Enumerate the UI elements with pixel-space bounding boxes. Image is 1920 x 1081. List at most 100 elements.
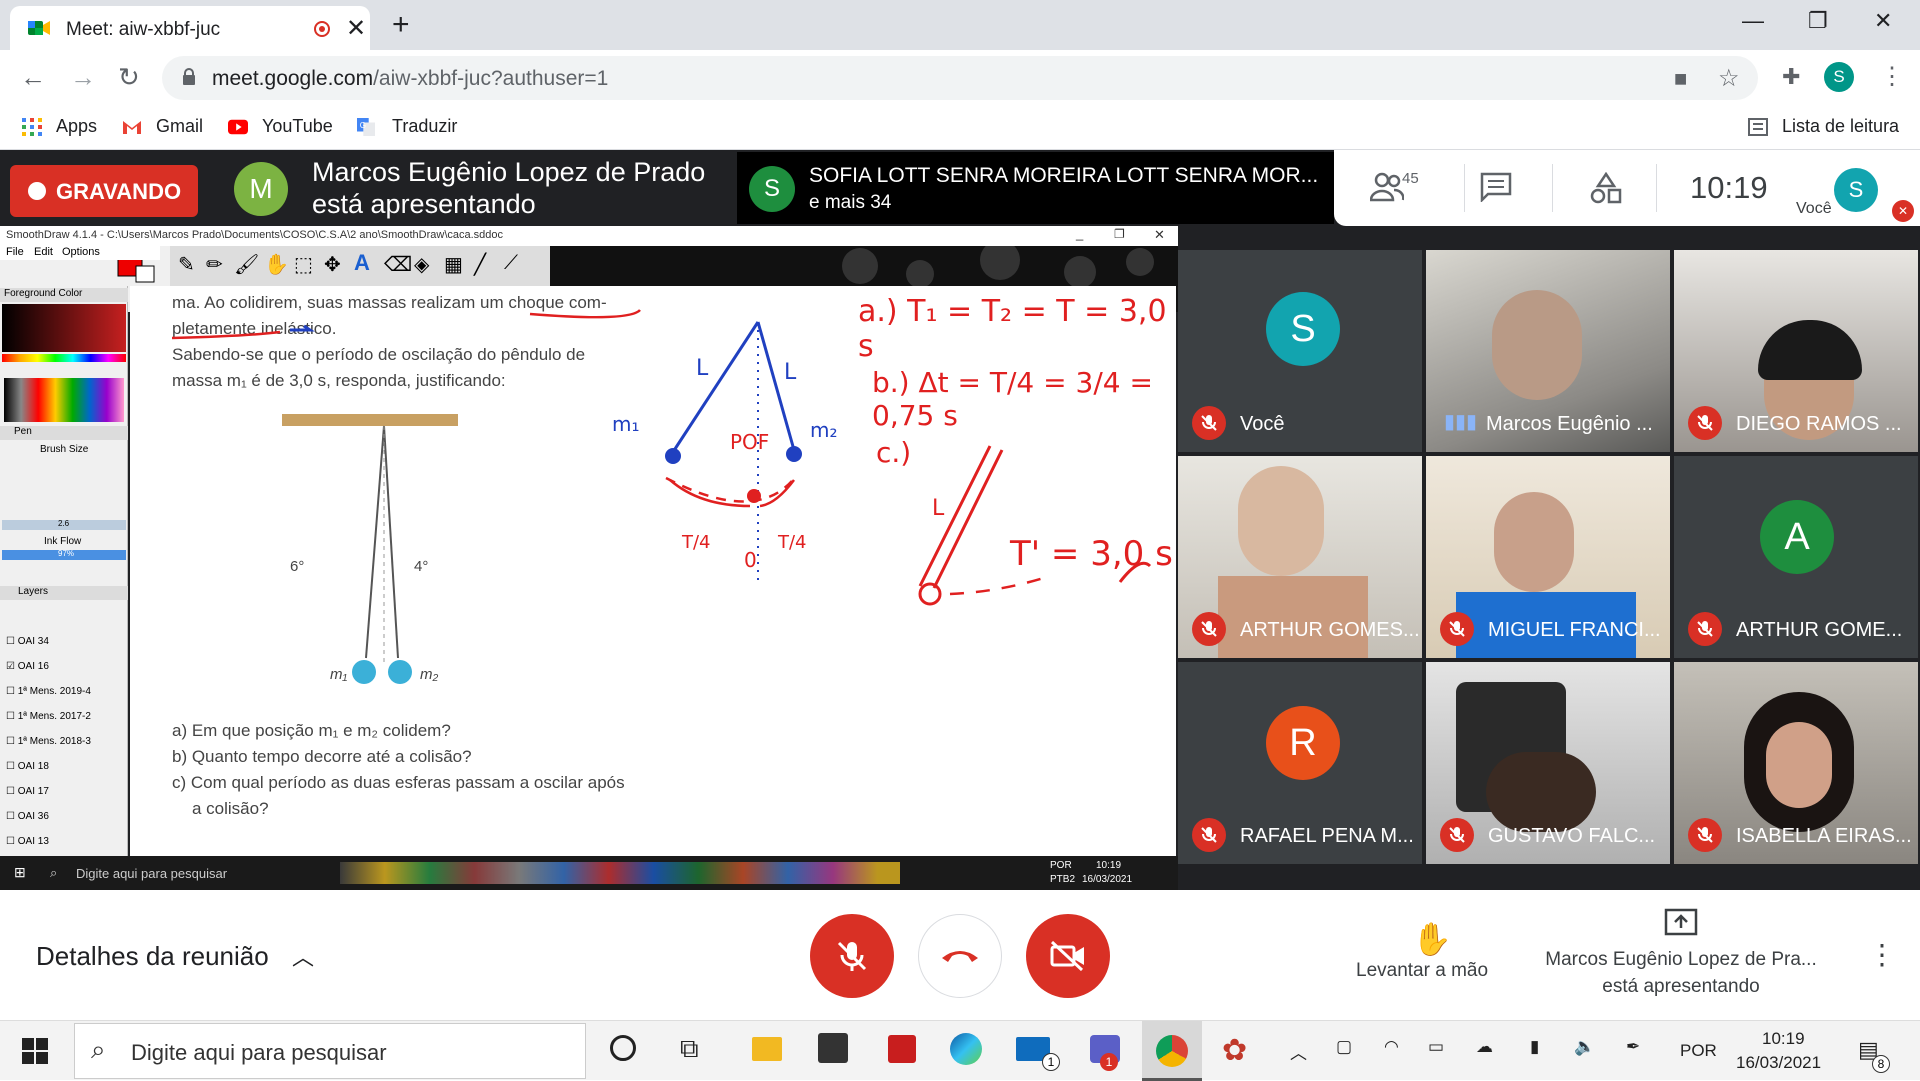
brush-size-slider[interactable]: 2.6 xyxy=(2,519,126,530)
reading-list-button[interactable]: Lista de leitura xyxy=(1782,116,1899,137)
cortana-icon[interactable] xyxy=(610,1035,636,1061)
hand-tool-icon[interactable]: ✋ xyxy=(264,252,289,277)
camera-icon[interactable]: ■ xyxy=(1674,66,1687,92)
device-icon[interactable]: ▢ xyxy=(1336,1037,1352,1057)
select-tool-icon[interactable]: ⬚ xyxy=(294,252,313,277)
bookmark-gmail[interactable]: Gmail xyxy=(156,116,203,137)
restore-window-button[interactable]: ❐ xyxy=(1808,8,1828,34)
participant-tile[interactable]: R RAFAEL PENA M... xyxy=(1178,662,1422,864)
menu-options[interactable]: Options xyxy=(62,246,100,258)
eraser-tool-icon[interactable]: ⌫ xyxy=(384,252,412,277)
raise-hand-button[interactable]: ✋ Levantar a mão xyxy=(1340,890,1520,1020)
mic-toggle-button[interactable] xyxy=(810,914,894,998)
presentation-area: SmoothDraw 4.1.4 - C:\Users\Marcos Prado… xyxy=(0,226,1178,900)
leave-call-button[interactable] xyxy=(918,914,1002,998)
minimize-window-button[interactable]: — xyxy=(1742,8,1764,34)
smoothdraw-icon[interactable]: ✿ xyxy=(1222,1033,1247,1068)
layer-item[interactable]: ☐ OAI 36 xyxy=(6,811,122,836)
pencil-tool-icon[interactable]: ✏ xyxy=(206,252,223,277)
layer-item[interactable]: ☐ 1ª Mens. 2018-3 xyxy=(6,736,122,761)
volume-icon[interactable]: 🔈 xyxy=(1574,1037,1595,1057)
file-explorer-icon[interactable] xyxy=(752,1037,782,1061)
menu-edit[interactable]: Edit xyxy=(34,246,53,258)
meeting-details-button[interactable]: Detalhes da reunião ︿ xyxy=(36,940,314,972)
bookmark-star-icon[interactable]: ☆ xyxy=(1718,64,1740,93)
microphone-icon[interactable]: ▮ xyxy=(1530,1037,1539,1057)
hue-slider[interactable] xyxy=(2,354,126,362)
onedrive-icon[interactable]: ☁ xyxy=(1476,1037,1493,1057)
address-bar[interactable]: meet.google.com/aiw-xbbf-juc?authuser=1 … xyxy=(162,56,1758,100)
fill-tool-icon[interactable]: ◈ xyxy=(414,252,429,277)
windows-start-icon[interactable] xyxy=(22,1038,48,1064)
forward-button[interactable]: → xyxy=(70,62,96,93)
reload-button[interactable]: ↻ xyxy=(118,62,140,93)
store-icon[interactable] xyxy=(818,1033,848,1063)
bookmark-translate[interactable]: Traduzir xyxy=(392,116,457,137)
participant-headset xyxy=(1758,320,1862,380)
close-window-button[interactable]: ✕ xyxy=(1874,8,1892,34)
curve-tool-icon[interactable]: ⟋ xyxy=(504,252,518,275)
brush-tool-icon[interactable]: 🖌 xyxy=(234,252,259,277)
pen-tool-icon[interactable]: ✎ xyxy=(178,252,195,277)
activities-icon[interactable] xyxy=(1590,172,1622,204)
pattern-tool-icon[interactable]: ▦ xyxy=(444,252,463,277)
layer-item[interactable]: ☐ OAI 34 xyxy=(6,636,122,661)
taskbar-search-box[interactable]: ⌕ Digite aqui para pesquisar xyxy=(74,1023,586,1079)
drawing-canvas[interactable]: ma. Ao colidirem, suas massas realizam u… xyxy=(130,286,1176,900)
taskbar-chrome-active[interactable] xyxy=(1142,1021,1202,1081)
presentation-status-button[interactable]: Marcos Eugênio Lopez de Pra... está apre… xyxy=(1536,890,1826,1020)
close-tab-icon[interactable]: ✕ xyxy=(346,14,366,43)
people-icon[interactable] xyxy=(1370,170,1404,202)
move-tool-icon[interactable]: ✥ xyxy=(324,252,341,277)
menu-file[interactable]: File xyxy=(6,246,24,258)
layer-item[interactable]: ☐ OAI 17 xyxy=(6,786,122,811)
taskbar-date[interactable]: 16/03/2021 xyxy=(1736,1053,1821,1073)
color-picker[interactable] xyxy=(2,304,126,352)
participant-tile[interactable]: ▮▮▮ Marcos Eugênio ... xyxy=(1426,250,1670,452)
task-view-icon[interactable]: ⧉ xyxy=(680,1033,699,1065)
camera-toggle-button[interactable] xyxy=(1026,914,1110,998)
more-options-icon[interactable]: ⋮ xyxy=(1868,938,1896,971)
angle-right-label: 4° xyxy=(414,558,429,575)
color-swatches[interactable] xyxy=(4,378,124,422)
back-button[interactable]: ← xyxy=(20,62,46,93)
participant-tile[interactable]: DIEGO RAMOS ... xyxy=(1674,250,1918,452)
bookmark-apps[interactable]: Apps xyxy=(56,116,97,137)
extensions-icon[interactable]: ✚ xyxy=(1782,64,1800,90)
layer-item[interactable]: ☐ 1ª Mens. 2019-4 xyxy=(6,686,122,711)
participant-tile[interactable]: GUSTAVO FALC... xyxy=(1426,662,1670,864)
participant-tile[interactable]: MIGUEL FRANCI... xyxy=(1426,456,1670,658)
gift-app-icon[interactable] xyxy=(888,1035,916,1063)
participant-tile[interactable]: ARTHUR GOMES... xyxy=(1178,456,1422,658)
wifi-icon[interactable]: ◠ xyxy=(1384,1037,1399,1057)
pen-icon[interactable]: ✒ xyxy=(1626,1037,1640,1057)
ink-flow-slider[interactable]: 97% xyxy=(2,549,126,560)
sd-close-button[interactable]: ✕ xyxy=(1154,227,1165,243)
sd-maximize-button[interactable]: ❐ xyxy=(1114,227,1125,241)
text-tool-icon[interactable]: A xyxy=(354,250,370,276)
profile-avatar[interactable]: S xyxy=(1824,62,1854,92)
participant-tile[interactable]: S Você xyxy=(1178,250,1422,452)
sd-minimize-button[interactable]: _ xyxy=(1076,226,1083,241)
chat-icon[interactable] xyxy=(1480,172,1512,202)
taskbar-time[interactable]: 10:19 xyxy=(1762,1029,1805,1049)
participant-tile[interactable]: ISABELLA EIRAS... xyxy=(1674,662,1918,864)
language-indicator[interactable]: POR xyxy=(1680,1041,1717,1061)
line-tool-icon[interactable]: ╱ xyxy=(474,252,486,277)
new-tab-button[interactable]: + xyxy=(392,8,410,42)
layer-item[interactable]: ☑ OAI 16 xyxy=(6,661,122,686)
shared-search-icon: ⌕ xyxy=(50,865,58,880)
tray-overflow-icon[interactable]: ︿ xyxy=(1290,1039,1307,1064)
handwritten-answer-a: a.) T₁ = T₂ = T = 3,0 s xyxy=(858,294,1167,364)
edge-icon[interactable] xyxy=(950,1033,982,1065)
bookmark-youtube[interactable]: YouTube xyxy=(262,116,333,137)
layer-item[interactable]: ☐ OAI 18 xyxy=(6,761,122,786)
layer-item[interactable]: ☐ 1ª Mens. 2017-2 xyxy=(6,711,122,736)
presenter-status: Marcos Eugênio Lopez de Prado está apres… xyxy=(312,157,706,219)
menu-kebab-icon[interactable]: ⋮ xyxy=(1880,62,1904,91)
participant-name: Marcos Eugênio ... xyxy=(1486,413,1653,435)
participant-tile[interactable]: A ARTHUR GOME... xyxy=(1674,456,1918,658)
browser-tab-meet[interactable]: Meet: aiw-xbbf-juc ✕ xyxy=(10,6,370,50)
battery-icon[interactable]: ▭ xyxy=(1428,1037,1444,1057)
shared-search-text: Digite aqui para pesquisar xyxy=(76,866,228,881)
